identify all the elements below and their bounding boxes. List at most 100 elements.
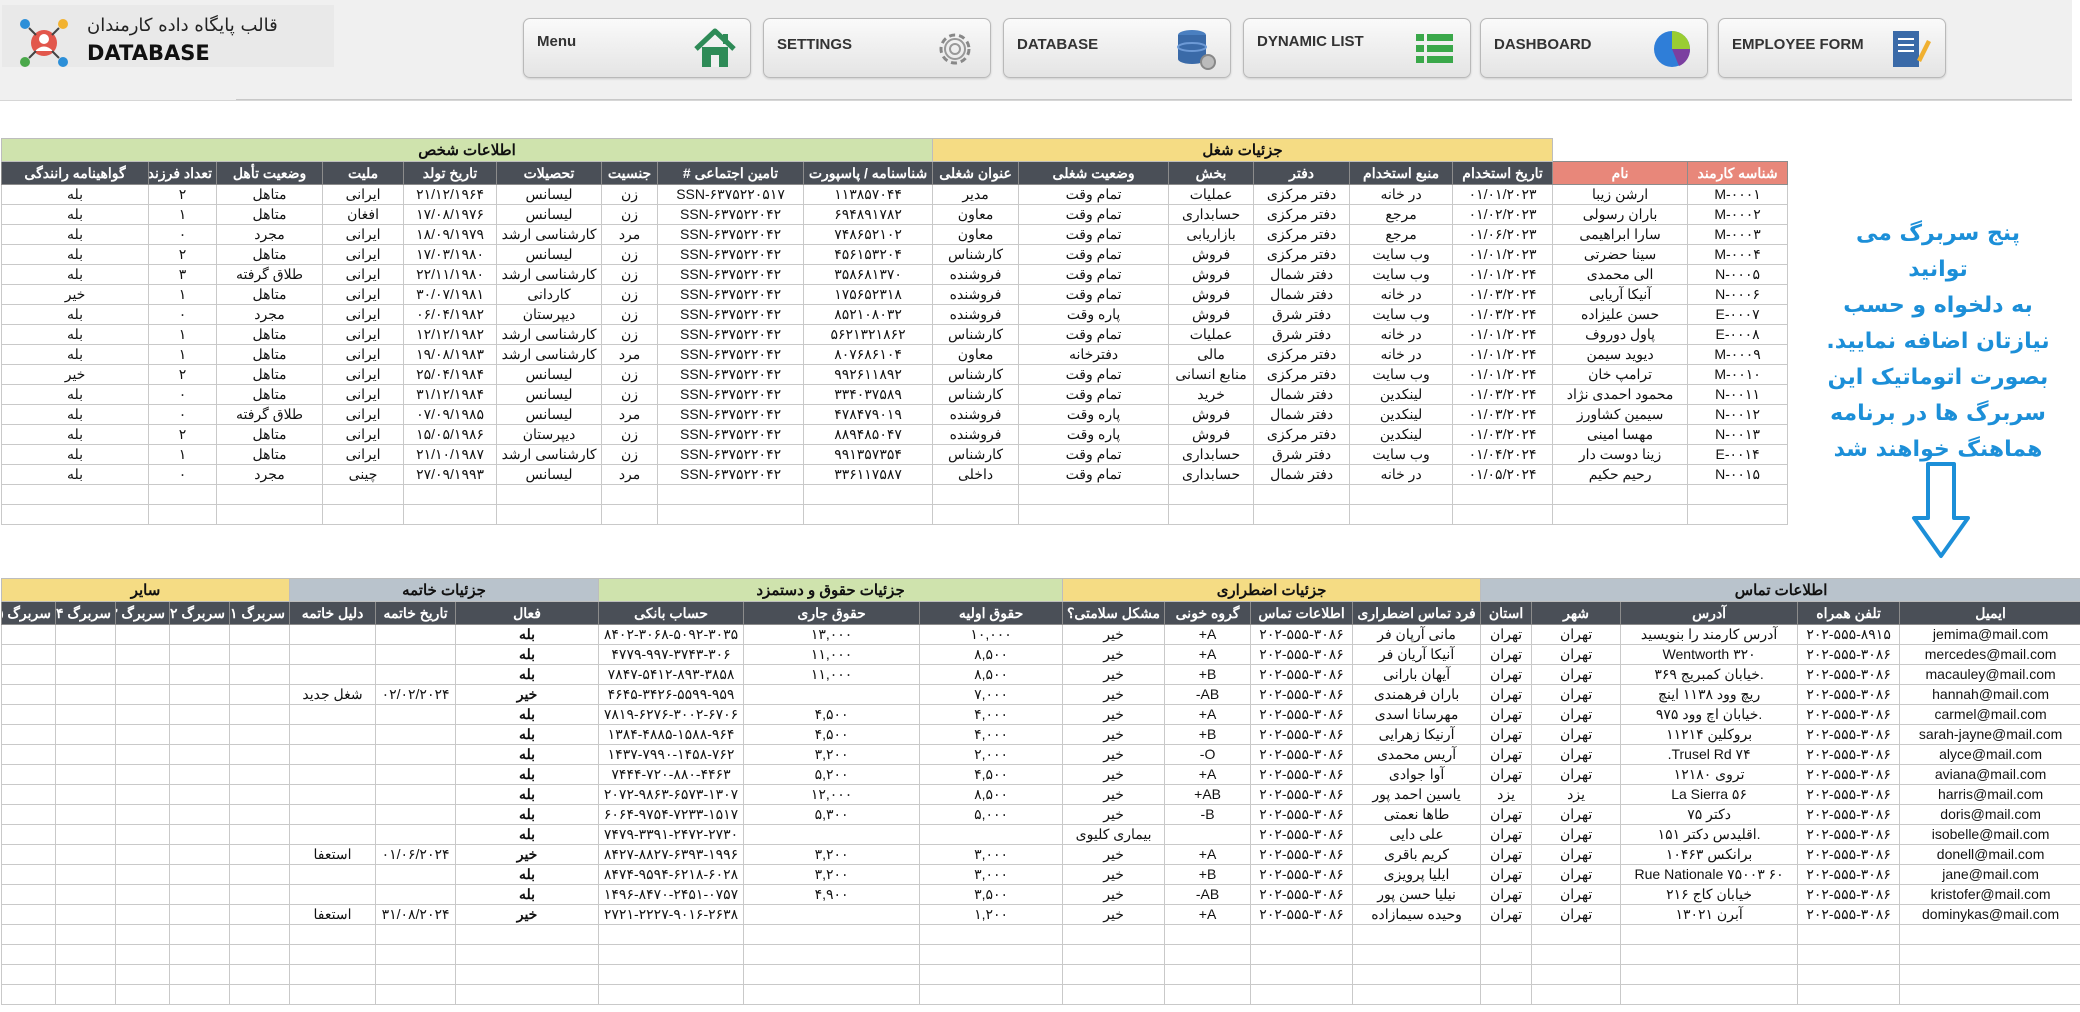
table-cell[interactable] bbox=[1620, 984, 1799, 1005]
table-cell[interactable]: ایرانی bbox=[322, 424, 405, 445]
table-cell[interactable] bbox=[1531, 984, 1622, 1005]
table-cell[interactable]: کارشناسی ارشد bbox=[496, 324, 603, 345]
table-cell[interactable]: ۴,۵۰۰ bbox=[743, 704, 921, 725]
table-cell[interactable]: لیسانس bbox=[496, 364, 603, 385]
table-cell[interactable] bbox=[1687, 504, 1789, 525]
table-cell[interactable] bbox=[455, 924, 600, 945]
table-cell[interactable]: دفتر شرق bbox=[1253, 324, 1351, 345]
table-cell[interactable]: معاون bbox=[932, 224, 1020, 245]
table-cell[interactable] bbox=[1168, 484, 1255, 505]
table-cell[interactable]: sarah-jayne@mail.com bbox=[1899, 724, 2080, 745]
table-cell[interactable] bbox=[1, 964, 56, 985]
table-cell[interactable]: ۲۰۲-۵۵۵-۳۰۸۶ bbox=[1797, 664, 1901, 685]
table-cell[interactable]: ۰۱/۰۳/۲۰۲۴ bbox=[1452, 384, 1554, 405]
table-cell[interactable]: بله bbox=[0, 384, 150, 405]
table-cell[interactable]: در خانه bbox=[1349, 464, 1454, 485]
table-cell[interactable]: خیر bbox=[1062, 904, 1166, 925]
table-cell[interactable]: فروش bbox=[1168, 404, 1255, 425]
table-cell[interactable]: ۴,۰۰۰ bbox=[919, 704, 1064, 725]
table-row[interactable]: M-۰۰۰۹ دیوید سیمن ۰۱/۰۱/۲۰۲۴ در خانه دفتر مر… bbox=[0, 344, 1789, 365]
table-cell[interactable]: ۰۱/۰۳/۲۰۲۴ bbox=[1452, 284, 1554, 305]
table-cell[interactable] bbox=[1, 644, 56, 665]
table-cell[interactable]: ۵۶ La Sierra bbox=[1620, 784, 1799, 805]
table-cell[interactable] bbox=[288, 764, 377, 785]
table-cell[interactable]: زن bbox=[601, 444, 659, 465]
table-cell[interactable] bbox=[1349, 504, 1454, 525]
table-cell[interactable]: طلاق گرفته bbox=[216, 264, 324, 285]
table-cell[interactable]: SSN-۶۳۷۵۲۲۰۴۲ bbox=[657, 264, 805, 285]
table-cell[interactable]: دفتر مرکزی bbox=[1253, 204, 1351, 225]
table-cell[interactable]: ۰۱/۰۱/۲۰۲۳ bbox=[1452, 244, 1554, 265]
table-cell[interactable] bbox=[496, 484, 603, 505]
table-row[interactable]: N-۰۰۱۳ مهسا امینی ۰۱/۰۳/۲۰۲۴ لینکدین دفتر مر… bbox=[0, 424, 1789, 445]
table-cell[interactable]: ایرانی bbox=[322, 404, 405, 425]
table-cell[interactable] bbox=[229, 944, 290, 965]
table-cell[interactable] bbox=[375, 804, 457, 825]
table-cell[interactable] bbox=[932, 504, 1020, 525]
table-cell[interactable]: ۳۳۴۰۳۷۵۸۹ bbox=[803, 384, 934, 405]
table-row[interactable]: isobelle@mail.com ۲۰۲-۵۵۵-۳۰۸۶ .اقلیدس دکت… bbox=[1, 824, 2080, 845]
table-cell[interactable]: SSN-۶۳۷۵۲۲۰۴۲ bbox=[657, 424, 805, 445]
table-cell[interactable]: ۱۲/۱۲/۱۹۸۲ bbox=[403, 324, 498, 345]
table-cell[interactable] bbox=[1531, 944, 1622, 965]
table-cell[interactable]: پاره وقت bbox=[1018, 424, 1170, 445]
table-cell[interactable]: بله bbox=[0, 424, 150, 445]
table-cell[interactable]: لیسانس bbox=[496, 184, 603, 205]
table-cell[interactable]: فروش bbox=[1168, 244, 1255, 265]
table-cell[interactable]: ۲۵/۰۴/۱۹۸۴ bbox=[403, 364, 498, 385]
table-cell[interactable] bbox=[55, 904, 116, 925]
table-cell[interactable]: ۵,۳۰۰ bbox=[743, 804, 921, 825]
table-cell[interactable]: زن bbox=[601, 264, 659, 285]
table-cell[interactable] bbox=[1797, 944, 1901, 965]
table-row[interactable]: dominykas@mail.com ۲۰۲-۵۵۵-۳۰۸۶ آبرن ۱۳۰۲۱… bbox=[1, 904, 2080, 925]
table-cell[interactable]: ۳,۲۰۰ bbox=[743, 844, 921, 865]
table-cell[interactable]: ۶۰۶۴-۹۷۵۴-۷۲۳۳-۱۵۱۷ bbox=[598, 804, 745, 825]
table-cell[interactable] bbox=[375, 624, 457, 645]
table-cell[interactable]: ۰ bbox=[148, 304, 218, 325]
table-cell[interactable]: بله bbox=[455, 704, 600, 725]
table-cell[interactable]: تمام وقت bbox=[1018, 444, 1170, 465]
table-cell[interactable]: doris@mail.com bbox=[1899, 804, 2080, 825]
table-cell[interactable]: لیسانس bbox=[496, 204, 603, 225]
table-cell[interactable] bbox=[1164, 824, 1252, 845]
table-cell[interactable]: بله bbox=[0, 444, 150, 465]
table-cell[interactable]: N-۰۰۱۵ bbox=[1687, 464, 1789, 485]
table-cell[interactable]: ۱۴۳۷-۷۹۹۰-۱۴۵۸-۷۶۲ bbox=[598, 744, 745, 765]
table-cell[interactable] bbox=[1480, 964, 1533, 985]
table-cell[interactable]: SSN-۶۳۷۵۲۲۰۵۱۷ bbox=[657, 184, 805, 205]
table-cell[interactable]: تمام وقت bbox=[1018, 464, 1170, 485]
table-cell[interactable] bbox=[55, 844, 116, 865]
table-cell[interactable]: ۳۵۸۶۸۱۳۷۰ bbox=[803, 264, 934, 285]
table-cell[interactable]: تروی ۱۲۱۸۰ bbox=[1620, 764, 1799, 785]
table-cell[interactable] bbox=[169, 824, 230, 845]
table-cell[interactable]: یزد bbox=[1531, 784, 1622, 805]
table-cell[interactable] bbox=[375, 784, 457, 805]
table-cell[interactable]: یاسین احمد پور bbox=[1352, 784, 1482, 805]
table-cell[interactable] bbox=[403, 504, 498, 525]
table-cell[interactable]: بله bbox=[455, 724, 600, 745]
table-cell[interactable] bbox=[169, 704, 230, 725]
table-cell[interactable] bbox=[1899, 964, 2080, 985]
table-cell[interactable]: کارشناسی ارشد bbox=[496, 344, 603, 365]
table-cell[interactable]: M-۰۰۰۴ bbox=[1687, 244, 1789, 265]
table-cell[interactable] bbox=[229, 964, 290, 985]
table-cell[interactable]: ۲۰۲-۵۵۵-۳۰۸۶ bbox=[1250, 744, 1354, 765]
table-cell[interactable] bbox=[1, 804, 56, 825]
table-cell[interactable]: متاهل bbox=[216, 344, 324, 365]
table-cell[interactable]: ۳,۲۰۰ bbox=[743, 864, 921, 885]
table-cell[interactable] bbox=[1452, 504, 1554, 525]
table-cell[interactable]: دفتر شمال bbox=[1253, 284, 1351, 305]
nav-database-button[interactable]: DATABASE bbox=[1003, 18, 1231, 78]
table-cell[interactable]: فروش bbox=[1168, 284, 1255, 305]
table-cell[interactable]: کارشناسی ارشد bbox=[496, 264, 603, 285]
table-cell[interactable]: دفتر مرکزی bbox=[1253, 184, 1351, 205]
table-row[interactable]: E-۰۰۰۸ پاول دوروف ۰۱/۰۱/۲۰۲۴ در خانه دفتر شر… bbox=[0, 324, 1789, 345]
table-cell[interactable]: وب سایت bbox=[1349, 444, 1454, 465]
table-cell[interactable]: ۰۱/۰۴/۲۰۲۴ bbox=[1452, 444, 1554, 465]
nav-employee-form-button[interactable]: EMPLOYEE FORM bbox=[1718, 18, 1946, 78]
table-cell[interactable]: ۰۱/۰۶/۲۰۲۳ bbox=[1452, 224, 1554, 245]
table-cell[interactable]: ۲۰۲-۵۵۵-۳۰۸۶ bbox=[1797, 724, 1901, 745]
table-cell[interactable]: ایرانی bbox=[322, 284, 405, 305]
table-cell[interactable]: macauley@mail.com bbox=[1899, 664, 2080, 685]
table-cell[interactable]: ۲ bbox=[148, 424, 218, 445]
